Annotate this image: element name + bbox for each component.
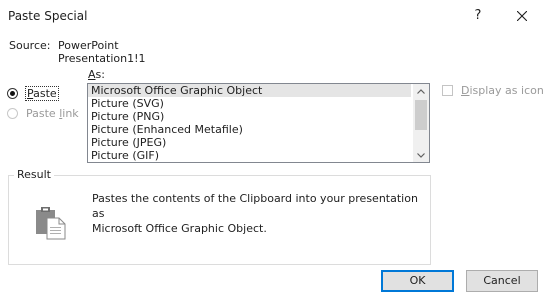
close-icon bbox=[516, 10, 528, 22]
display-as-icon-checkbox[interactable] bbox=[442, 84, 453, 96]
as-label-rest: s: bbox=[95, 68, 105, 81]
paste-special-dialog: Paste Special ? Source: PowerPoint Prese… bbox=[0, 0, 546, 301]
source-label: Source: bbox=[9, 39, 51, 52]
paste-radio[interactable] bbox=[7, 87, 18, 99]
source-app: PowerPoint bbox=[58, 39, 119, 52]
result-line-1: Pastes the contents of the Clipboard int… bbox=[92, 192, 418, 220]
paste-link-radio-row[interactable]: Paste link bbox=[7, 106, 79, 120]
chevron-up-icon bbox=[417, 88, 425, 94]
source-document: Presentation1!1 bbox=[58, 52, 146, 65]
paste-link-radio-label[interactable]: Paste link bbox=[26, 107, 79, 120]
clipboard-paste-icon bbox=[34, 206, 68, 240]
as-label: As: bbox=[88, 68, 105, 81]
result-legend: Result bbox=[14, 168, 54, 181]
scroll-up-button[interactable] bbox=[413, 84, 429, 98]
format-list-item[interactable]: Picture (JPEG) bbox=[88, 136, 411, 149]
chevron-down-icon bbox=[417, 152, 425, 158]
display-as-icon-label-rest: isplay as icon bbox=[469, 83, 544, 97]
scroll-down-button[interactable] bbox=[413, 148, 429, 162]
paste-link-label-rest: ink bbox=[62, 106, 79, 120]
paste-radio-row[interactable]: Paste bbox=[7, 85, 59, 101]
paste-label-rest: aste bbox=[33, 86, 57, 100]
display-as-icon-label[interactable]: Display as icon bbox=[461, 84, 544, 97]
format-list-item[interactable]: Picture (GIF) bbox=[88, 149, 411, 162]
result-description: Pastes the contents of the Clipboard int… bbox=[92, 191, 426, 236]
format-listbox[interactable]: Microsoft Office Graphic Object Picture … bbox=[87, 83, 430, 163]
display-as-icon-row[interactable]: Display as icon bbox=[442, 83, 544, 97]
format-list-item[interactable]: Picture (Enhanced Metafile) bbox=[88, 123, 411, 136]
cancel-button[interactable]: Cancel bbox=[466, 270, 538, 292]
paste-link-radio[interactable] bbox=[7, 107, 18, 119]
close-button[interactable] bbox=[508, 6, 536, 26]
listbox-scrollbar[interactable] bbox=[413, 84, 429, 162]
source-value: PowerPoint Presentation1!1 bbox=[58, 39, 146, 65]
help-button[interactable]: ? bbox=[464, 6, 492, 26]
ok-button[interactable]: OK bbox=[381, 270, 454, 292]
format-list-item[interactable]: Picture (SVG) bbox=[88, 97, 411, 110]
result-line-2: Microsoft Office Graphic Object. bbox=[92, 222, 267, 235]
format-list-item[interactable]: Picture (PNG) bbox=[88, 110, 411, 123]
scroll-thumb[interactable] bbox=[415, 100, 427, 130]
paste-radio-label[interactable]: Paste bbox=[25, 85, 59, 101]
dialog-title: Paste Special bbox=[8, 9, 88, 23]
format-list-item[interactable]: Microsoft Office Graphic Object bbox=[88, 84, 411, 97]
as-label-mnemonic: A bbox=[88, 68, 96, 81]
paste-link-label-before: Paste bbox=[26, 106, 60, 120]
title-bar: Paste Special ? bbox=[0, 0, 546, 32]
